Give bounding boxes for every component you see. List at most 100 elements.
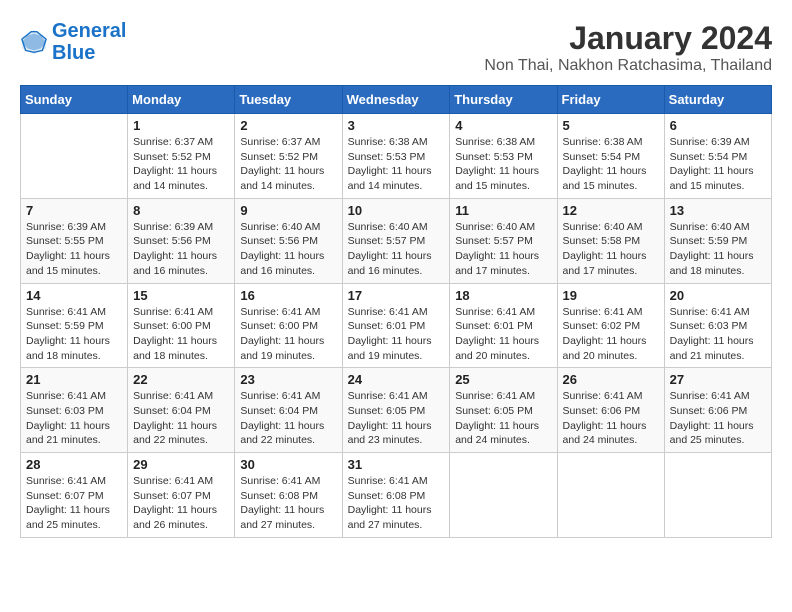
calendar-cell (21, 114, 128, 199)
calendar-cell: 13Sunrise: 6:40 AMSunset: 5:59 PMDayligh… (664, 198, 771, 283)
day-number: 8 (133, 203, 229, 218)
column-header-thursday: Thursday (450, 86, 557, 114)
calendar-cell: 30 Sunrise: 6:41 AMSunset: 6:08 PMDayligh… (235, 453, 342, 538)
day-number: 14 (26, 288, 122, 303)
calendar-cell: 4 Sunrise: 6:38 AMSunset: 5:53 PMDaylight… (450, 114, 557, 199)
calendar-cell: 20 Sunrise: 6:41 AMSunset: 6:03 PMDayligh… (664, 283, 771, 368)
day-info: Sunrise: 6:37 AMSunset: 5:52 PMDaylight:… (133, 135, 229, 194)
calendar-cell: 31Sunrise: 6:41 AMSunset: 6:08 PMDayligh… (342, 453, 450, 538)
calendar-cell: 2 Sunrise: 6:37 AMSunset: 5:52 PMDaylight… (235, 114, 342, 199)
day-info: Sunrise: 6:41 AMSunset: 6:03 PMDaylight:… (26, 389, 122, 448)
day-number: 9 (240, 203, 336, 218)
day-info: Sunrise: 6:39 AMSunset: 5:56 PMDaylight:… (133, 220, 229, 279)
calendar-cell: 27 Sunrise: 6:41 AMSunset: 6:06 PMDayligh… (664, 368, 771, 453)
calendar-cell: 8 Sunrise: 6:39 AMSunset: 5:56 PMDaylight… (128, 198, 235, 283)
day-number: 19 (563, 288, 659, 303)
page-header: General Blue January 2024 Non Thai, Nakh… (20, 20, 772, 75)
day-number: 18 (455, 288, 551, 303)
calendar-cell: 12 Sunrise: 6:40 AMSunset: 5:58 PMDayligh… (557, 198, 664, 283)
calendar-cell (664, 453, 771, 538)
day-number: 26 (563, 372, 659, 387)
day-number: 24 (348, 372, 445, 387)
day-info: Sunrise: 6:41 AMSunset: 6:02 PMDaylight:… (563, 305, 659, 364)
calendar-cell: 3 Sunrise: 6:38 AMSunset: 5:53 PMDaylight… (342, 114, 450, 199)
day-info: Sunrise: 6:41 AMSunset: 6:08 PMDaylight:… (240, 474, 336, 533)
subtitle: Non Thai, Nakhon Ratchasima, Thailand (484, 57, 772, 75)
day-info: Sunrise: 6:41 AMSunset: 6:07 PMDaylight:… (26, 474, 122, 533)
day-number: 5 (563, 118, 659, 133)
day-number: 1 (133, 118, 229, 133)
calendar-cell: 28 Sunrise: 6:41 AMSunset: 6:07 PMDayligh… (21, 453, 128, 538)
calendar-week-row: 7 Sunrise: 6:39 AMSunset: 5:55 PMDaylight… (21, 198, 772, 283)
day-number: 25 (455, 372, 551, 387)
calendar-cell: 19 Sunrise: 6:41 AMSunset: 6:02 PMDayligh… (557, 283, 664, 368)
calendar-week-row: 28 Sunrise: 6:41 AMSunset: 6:07 PMDayligh… (21, 453, 772, 538)
day-number: 31 (348, 457, 445, 472)
day-info: Sunrise: 6:41 AMSunset: 6:00 PMDaylight:… (240, 305, 336, 364)
day-info: Sunrise: 6:41 AMSunset: 6:06 PMDaylight:… (670, 389, 766, 448)
day-info: Sunrise: 6:41 AMSunset: 5:59 PMDaylight:… (26, 305, 122, 364)
main-title: January 2024 (484, 20, 772, 57)
calendar-cell: 10Sunrise: 6:40 AMSunset: 5:57 PMDayligh… (342, 198, 450, 283)
day-number: 4 (455, 118, 551, 133)
calendar-cell: 17Sunrise: 6:41 AMSunset: 6:01 PMDayligh… (342, 283, 450, 368)
calendar-cell: 14 Sunrise: 6:41 AMSunset: 5:59 PMDayligh… (21, 283, 128, 368)
day-info: Sunrise: 6:39 AMSunset: 5:55 PMDaylight:… (26, 220, 122, 279)
calendar-cell: 1 Sunrise: 6:37 AMSunset: 5:52 PMDaylight… (128, 114, 235, 199)
calendar-cell: 25 Sunrise: 6:41 AMSunset: 6:05 PMDayligh… (450, 368, 557, 453)
day-number: 15 (133, 288, 229, 303)
day-number: 17 (348, 288, 445, 303)
day-info: Sunrise: 6:41 AMSunset: 6:03 PMDaylight:… (670, 305, 766, 364)
day-info: Sunrise: 6:38 AMSunset: 5:54 PMDaylight:… (563, 135, 659, 194)
day-info: Sunrise: 6:40 AMSunset: 5:56 PMDaylight:… (240, 220, 336, 279)
day-info: Sunrise: 6:41 AMSunset: 6:01 PMDaylight:… (455, 305, 551, 364)
day-number: 12 (563, 203, 659, 218)
calendar-cell (450, 453, 557, 538)
calendar-cell: 11 Sunrise: 6:40 AMSunset: 5:57 PMDayligh… (450, 198, 557, 283)
column-header-saturday: Saturday (664, 86, 771, 114)
calendar-header-row: SundayMondayTuesdayWednesdayThursdayFrid… (21, 86, 772, 114)
logo-icon (20, 28, 48, 56)
day-number: 13 (670, 203, 766, 218)
day-number: 30 (240, 457, 336, 472)
day-number: 20 (670, 288, 766, 303)
calendar-cell: 24Sunrise: 6:41 AMSunset: 6:05 PMDayligh… (342, 368, 450, 453)
day-number: 6 (670, 118, 766, 133)
day-info: Sunrise: 6:37 AMSunset: 5:52 PMDaylight:… (240, 135, 336, 194)
calendar-cell: 22Sunrise: 6:41 AMSunset: 6:04 PMDayligh… (128, 368, 235, 453)
calendar-week-row: 14 Sunrise: 6:41 AMSunset: 5:59 PMDayligh… (21, 283, 772, 368)
calendar-cell: 21 Sunrise: 6:41 AMSunset: 6:03 PMDayligh… (21, 368, 128, 453)
day-info: Sunrise: 6:38 AMSunset: 5:53 PMDaylight:… (455, 135, 551, 194)
day-number: 2 (240, 118, 336, 133)
calendar-cell: 16 Sunrise: 6:41 AMSunset: 6:00 PMDayligh… (235, 283, 342, 368)
day-number: 11 (455, 203, 551, 218)
calendar-cell: 26 Sunrise: 6:41 AMSunset: 6:06 PMDayligh… (557, 368, 664, 453)
day-number: 21 (26, 372, 122, 387)
day-number: 27 (670, 372, 766, 387)
column-header-sunday: Sunday (21, 86, 128, 114)
day-info: Sunrise: 6:41 AMSunset: 6:06 PMDaylight:… (563, 389, 659, 448)
calendar-cell (557, 453, 664, 538)
day-number: 29 (133, 457, 229, 472)
day-info: Sunrise: 6:41 AMSunset: 6:04 PMDaylight:… (133, 389, 229, 448)
calendar-cell: 29Sunrise: 6:41 AMSunset: 6:07 PMDayligh… (128, 453, 235, 538)
day-info: Sunrise: 6:41 AMSunset: 6:05 PMDaylight:… (455, 389, 551, 448)
column-header-wednesday: Wednesday (342, 86, 450, 114)
day-number: 28 (26, 457, 122, 472)
day-number: 7 (26, 203, 122, 218)
calendar-table: SundayMondayTuesdayWednesdayThursdayFrid… (20, 85, 772, 538)
calendar-cell: 18 Sunrise: 6:41 AMSunset: 6:01 PMDayligh… (450, 283, 557, 368)
calendar-cell: 15Sunrise: 6:41 AMSunset: 6:00 PMDayligh… (128, 283, 235, 368)
day-info: Sunrise: 6:40 AMSunset: 5:57 PMDaylight:… (455, 220, 551, 279)
calendar-cell: 5 Sunrise: 6:38 AMSunset: 5:54 PMDaylight… (557, 114, 664, 199)
calendar-week-row: 21 Sunrise: 6:41 AMSunset: 6:03 PMDayligh… (21, 368, 772, 453)
day-info: Sunrise: 6:41 AMSunset: 6:04 PMDaylight:… (240, 389, 336, 448)
day-info: Sunrise: 6:38 AMSunset: 5:53 PMDaylight:… (348, 135, 445, 194)
calendar-cell: 9 Sunrise: 6:40 AMSunset: 5:56 PMDaylight… (235, 198, 342, 283)
day-number: 3 (348, 118, 445, 133)
day-number: 16 (240, 288, 336, 303)
day-info: Sunrise: 6:40 AMSunset: 5:58 PMDaylight:… (563, 220, 659, 279)
logo: General Blue (20, 20, 126, 64)
calendar-cell: 7 Sunrise: 6:39 AMSunset: 5:55 PMDaylight… (21, 198, 128, 283)
logo-text: General Blue (52, 20, 126, 64)
